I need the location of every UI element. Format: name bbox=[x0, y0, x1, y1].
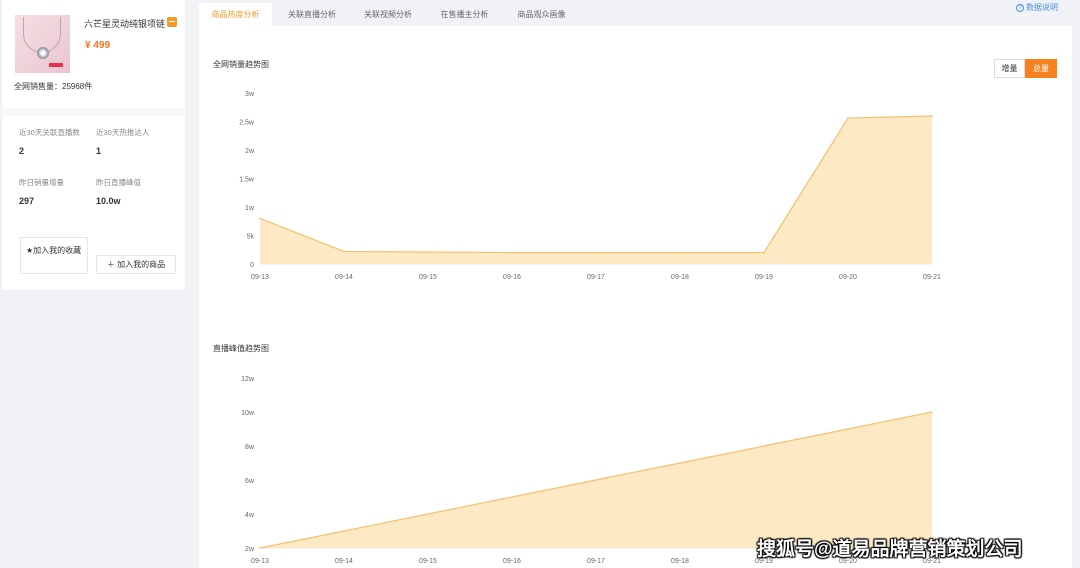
y-tick-label: 10w bbox=[241, 410, 255, 417]
x-tick-label: 09-16 bbox=[503, 558, 521, 565]
data-point bbox=[427, 513, 429, 515]
stat-related-lives: 近30天关联直播数 2 bbox=[19, 127, 99, 156]
x-tick-label: 09-21 bbox=[923, 274, 941, 281]
data-explanation-label: 数据说明 bbox=[1026, 3, 1058, 12]
plus-icon: ＋ bbox=[106, 260, 118, 269]
y-tick-label: 2w bbox=[245, 546, 255, 553]
add-product-label: 加入我的商品 bbox=[117, 260, 166, 269]
y-tick-label: 12w bbox=[241, 376, 255, 383]
add-favorite-label: 加入我的收藏 bbox=[33, 246, 82, 255]
data-point bbox=[427, 251, 429, 253]
data-point bbox=[511, 496, 513, 498]
x-tick-label: 09-15 bbox=[419, 558, 437, 565]
stat-yesterday-peak: 昨日直播峰值 10.0w bbox=[96, 177, 176, 206]
data-point bbox=[847, 117, 849, 119]
tab-product-heat[interactable]: 商品热度分析 bbox=[199, 3, 272, 26]
necklace-image[interactable] bbox=[15, 15, 70, 73]
x-tick-label: 09-14 bbox=[335, 274, 353, 281]
data-point bbox=[931, 115, 933, 117]
stat-label: 近30天热推达人 bbox=[96, 128, 150, 137]
x-tick-label: 09-19 bbox=[755, 274, 773, 281]
main-panel: 全网销量趋势图 增量 总量 0 5k 1w 1.5w 2w 2.5w 3w 09-13 09-1… bbox=[199, 26, 1072, 568]
data-point bbox=[343, 250, 345, 253]
y-tick-label: 2.5w bbox=[239, 120, 255, 127]
x-tick-label: 09-18 bbox=[671, 274, 689, 281]
y-tick-label: 2w bbox=[245, 148, 255, 155]
data-point bbox=[511, 251, 513, 254]
data-point bbox=[343, 530, 345, 532]
sales-chart-title: 全网销量趋势图 bbox=[213, 60, 269, 69]
x-tick-label: 09-15 bbox=[419, 274, 437, 281]
x-tick-label: 09-20 bbox=[839, 274, 857, 281]
data-point bbox=[595, 251, 597, 254]
data-point bbox=[931, 411, 933, 413]
peak-chart-title: 直播峰值趋势图 bbox=[213, 344, 269, 353]
y-tick-label: 1w bbox=[245, 205, 255, 212]
stat-label: 昨日销量增量 bbox=[19, 178, 64, 187]
data-point bbox=[847, 428, 849, 430]
question-circle-icon: ? bbox=[1016, 3, 1024, 12]
data-explanation-link[interactable]: ? 数据说明 bbox=[1016, 2, 1058, 13]
stat-label: 近30天关联直播数 bbox=[19, 128, 80, 137]
area-fill bbox=[260, 115, 932, 265]
data-point bbox=[679, 251, 681, 254]
data-point bbox=[763, 445, 765, 447]
y-tick-label: 1.5w bbox=[239, 177, 255, 184]
y-tick-label: 6w bbox=[245, 478, 255, 485]
tab-related-lives[interactable]: 关联直播分析 bbox=[274, 3, 350, 26]
price-tag bbox=[49, 63, 63, 67]
data-point bbox=[679, 462, 681, 464]
product-card: 六芒星灵动纯银项链 ¥ 499 全网销售量：25968件 近30天关联直播数 2… bbox=[2, 0, 185, 290]
watermark: 搜狐号@道易品牌营销策划公司 bbox=[757, 539, 1023, 560]
sales-trend-chart: 0 5k 1w 1.5w 2w 2.5w 3w 09-13 09-14 09-15 09-16 09-… bbox=[239, 91, 941, 281]
data-point bbox=[259, 547, 261, 549]
x-tick-label: 09-13 bbox=[251, 274, 269, 281]
tab-related-videos[interactable]: 关联视频分析 bbox=[350, 3, 426, 26]
x-tick-label: 09-17 bbox=[587, 274, 605, 281]
necklace-pendant bbox=[37, 47, 49, 59]
stat-yesterday-sales: 昨日销量增量 297 bbox=[19, 177, 99, 206]
y-tick-label: 4w bbox=[245, 512, 255, 519]
badge-icon bbox=[167, 17, 177, 27]
x-tick-label: 09-16 bbox=[503, 274, 521, 281]
data-point bbox=[595, 479, 597, 481]
x-tick-label: 09-14 bbox=[335, 558, 353, 565]
stat-label: 昨日直播峰值 bbox=[96, 178, 141, 187]
stat-value: 10.0w bbox=[96, 196, 121, 206]
stat-value: 1 bbox=[96, 146, 102, 156]
tab-sellers[interactable]: 在售播主分析 bbox=[426, 3, 503, 26]
x-tick-label: 09-17 bbox=[587, 558, 605, 565]
add-favorite-button[interactable]: ★加入我的收藏 bbox=[20, 237, 88, 274]
product-title[interactable]: 六芒星灵动纯银项链 bbox=[84, 17, 165, 30]
tab-audience[interactable]: 商品观众画像 bbox=[503, 3, 580, 26]
data-point bbox=[763, 251, 765, 254]
y-tick-label: 8w bbox=[245, 444, 255, 451]
total-toggle[interactable]: 总量 bbox=[1025, 59, 1057, 78]
total-sales: 全网销售量：25968件 bbox=[14, 82, 93, 91]
y-tick-label: 5k bbox=[247, 234, 255, 241]
stats-panel: 近30天关联直播数 2 近30天热推达人 1 昨日销量增量 297 昨日直播峰值… bbox=[2, 108, 185, 206]
add-product-button[interactable]: ＋ 加入我的商品 bbox=[96, 255, 176, 274]
y-tick-label: 3w bbox=[245, 91, 255, 98]
y-tick-label: 0 bbox=[250, 262, 254, 269]
product-price: ¥ 499 bbox=[85, 40, 111, 51]
x-tick-label: 09-18 bbox=[671, 558, 689, 565]
x-tick-label: 09-13 bbox=[251, 558, 269, 565]
stat-value: 297 bbox=[19, 196, 35, 206]
stat-value: 2 bbox=[19, 146, 25, 156]
data-point bbox=[259, 217, 261, 220]
product-summary: 六芒星灵动纯银项链 ¥ 499 全网销售量：25968件 bbox=[2, 0, 185, 108]
stat-hot-influencers: 近30天热推达人 1 bbox=[96, 127, 176, 156]
increment-toggle[interactable]: 增量 bbox=[994, 59, 1025, 78]
